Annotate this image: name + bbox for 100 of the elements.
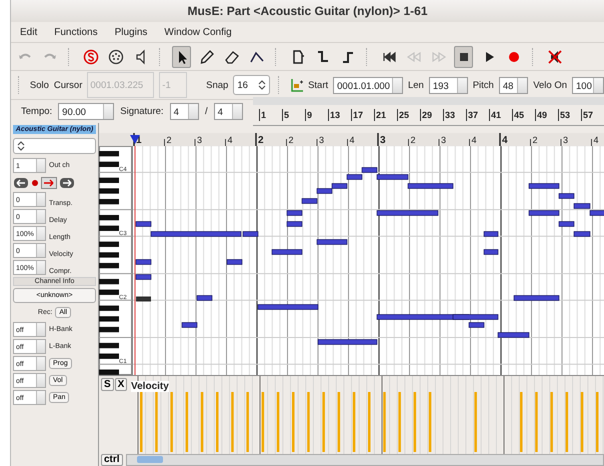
sharp-key[interactable] [99,214,119,220]
velocity-on-label: Velo On [533,80,567,90]
sharp-key[interactable] [99,262,119,268]
bar-number: 49 [534,109,558,121]
midi-note[interactable] [574,203,590,209]
input-routing-icon[interactable] [13,176,29,188]
midi-note[interactable] [258,304,318,310]
midi-note[interactable] [574,231,590,237]
snap-dropdown[interactable]: 16 [233,75,270,95]
midi-note[interactable] [590,210,604,216]
menu-item[interactable]: Functions [54,26,98,38]
horizontal-scrollbar[interactable] [126,454,604,466]
updown-icon [17,140,25,152]
menu-item[interactable]: Window Config [164,26,232,38]
sharp-key[interactable] [99,278,119,284]
menu-item[interactable]: Edit [20,26,38,38]
cursor-label: Cursor [54,80,82,90]
len-spinbox[interactable]: 193 [428,76,468,94]
velocity-spinbox[interactable]: 100 [572,76,604,94]
midi-note[interactable] [226,259,242,265]
sharp-key[interactable] [99,252,119,258]
midi-note[interactable] [150,231,242,237]
cursor-pitch-field: -1 [159,72,188,98]
bar-number: 33 [442,109,466,121]
thru-routing-icon[interactable] [59,176,75,188]
bar-number: 45 [512,109,535,121]
midi-note[interactable] [242,231,258,237]
midi-note[interactable] [316,188,332,194]
midi-note[interactable] [318,339,378,345]
signature-numerator-spinbox[interactable]: 4 [170,103,199,120]
midi-note[interactable] [302,198,318,204]
sharp-key[interactable] [99,198,119,204]
eraser-icon [224,48,240,64]
pitch-spinbox[interactable]: 48 [498,76,528,94]
midi-note[interactable] [452,314,498,320]
window-title: MusE: Part <Acoustic Guitar (nylon)> 1-61 [11,0,604,22]
ruler-mark: 2 [166,135,172,145]
midi-note[interactable] [196,295,212,301]
close-button[interactable]: X [114,378,128,391]
bar-number: 37 [466,109,489,121]
midi-note[interactable] [408,183,454,189]
midi-note[interactable] [346,174,362,180]
sharp-key[interactable] [99,316,119,322]
bar-number: 9 [304,109,328,121]
signature-separator: / [204,106,208,117]
midi-note[interactable] [376,210,438,216]
menu-item[interactable]: Plugins [114,26,148,38]
midi-note[interactable] [528,210,560,216]
controller-menu-button[interactable]: ctrl [101,454,123,466]
cursor-position-field: 0001.03.225 [87,72,154,98]
note-start-icon [290,78,304,92]
midi-note[interactable] [332,183,348,189]
midi-note[interactable] [558,193,574,199]
midi-note[interactable] [484,249,498,255]
bar-number: 53 [558,109,581,121]
ruler-mark: 3 [197,135,202,145]
midi-note[interactable] [136,259,152,265]
ruler-mark: 4 [594,135,599,145]
midi-note[interactable] [182,322,198,328]
start-spinbox[interactable]: 0001.01.000 [333,76,403,94]
pencil-icon [198,48,214,64]
record-dot-icon [31,178,39,186]
midi-note[interactable] [468,322,484,328]
midi-note[interactable] [286,210,302,216]
sharp-key[interactable] [99,188,119,194]
output-routing-icon[interactable] [41,176,57,188]
ruler-mark: 4 [228,135,233,145]
song-overview-ruler[interactable]: 1 5 9 13 17 21 25 29 33 37 41 45 49 53 57 [252,97,604,126]
midi-note[interactable] [498,332,530,338]
midi-note[interactable] [316,239,348,245]
midi-note[interactable] [272,249,302,255]
muted-speaker-icon [546,48,562,64]
playhead-marker-icon[interactable] [130,135,140,144]
note-grid[interactable] [132,146,604,375]
midi-note[interactable] [484,231,498,237]
midi-note[interactable] [286,221,302,227]
bar-number: 21 [374,109,397,121]
midi-note[interactable] [136,274,152,280]
tool-button[interactable] [172,46,191,68]
midi-note[interactable] [362,167,378,173]
ruler-mark: 2 [288,135,294,145]
tempo-spinbox[interactable]: 90.00 [58,103,114,120]
midi-note[interactable] [136,221,152,227]
midi-note[interactable] [514,295,560,301]
ruler-mark: 4 [350,135,355,145]
s-circle-icon [82,48,98,64]
solo-button[interactable]: S [101,378,114,391]
midi-note[interactable] [528,183,560,189]
bar-number: 41 [488,109,512,121]
output-port-dropdown[interactable] [13,138,96,154]
signature-denominator-spinbox[interactable]: 4 [214,103,243,120]
start-label: Start [308,80,328,90]
midi-note[interactable] [376,174,408,180]
ruler-mark: 3 [441,135,446,145]
ruler-mark: 3 [319,135,324,145]
stop-button[interactable] [454,46,473,68]
midi-note[interactable] [558,221,574,227]
sharp-key[interactable] [99,326,119,332]
ruler-mark: 4 [502,135,508,146]
sharp-key[interactable] [99,342,119,348]
